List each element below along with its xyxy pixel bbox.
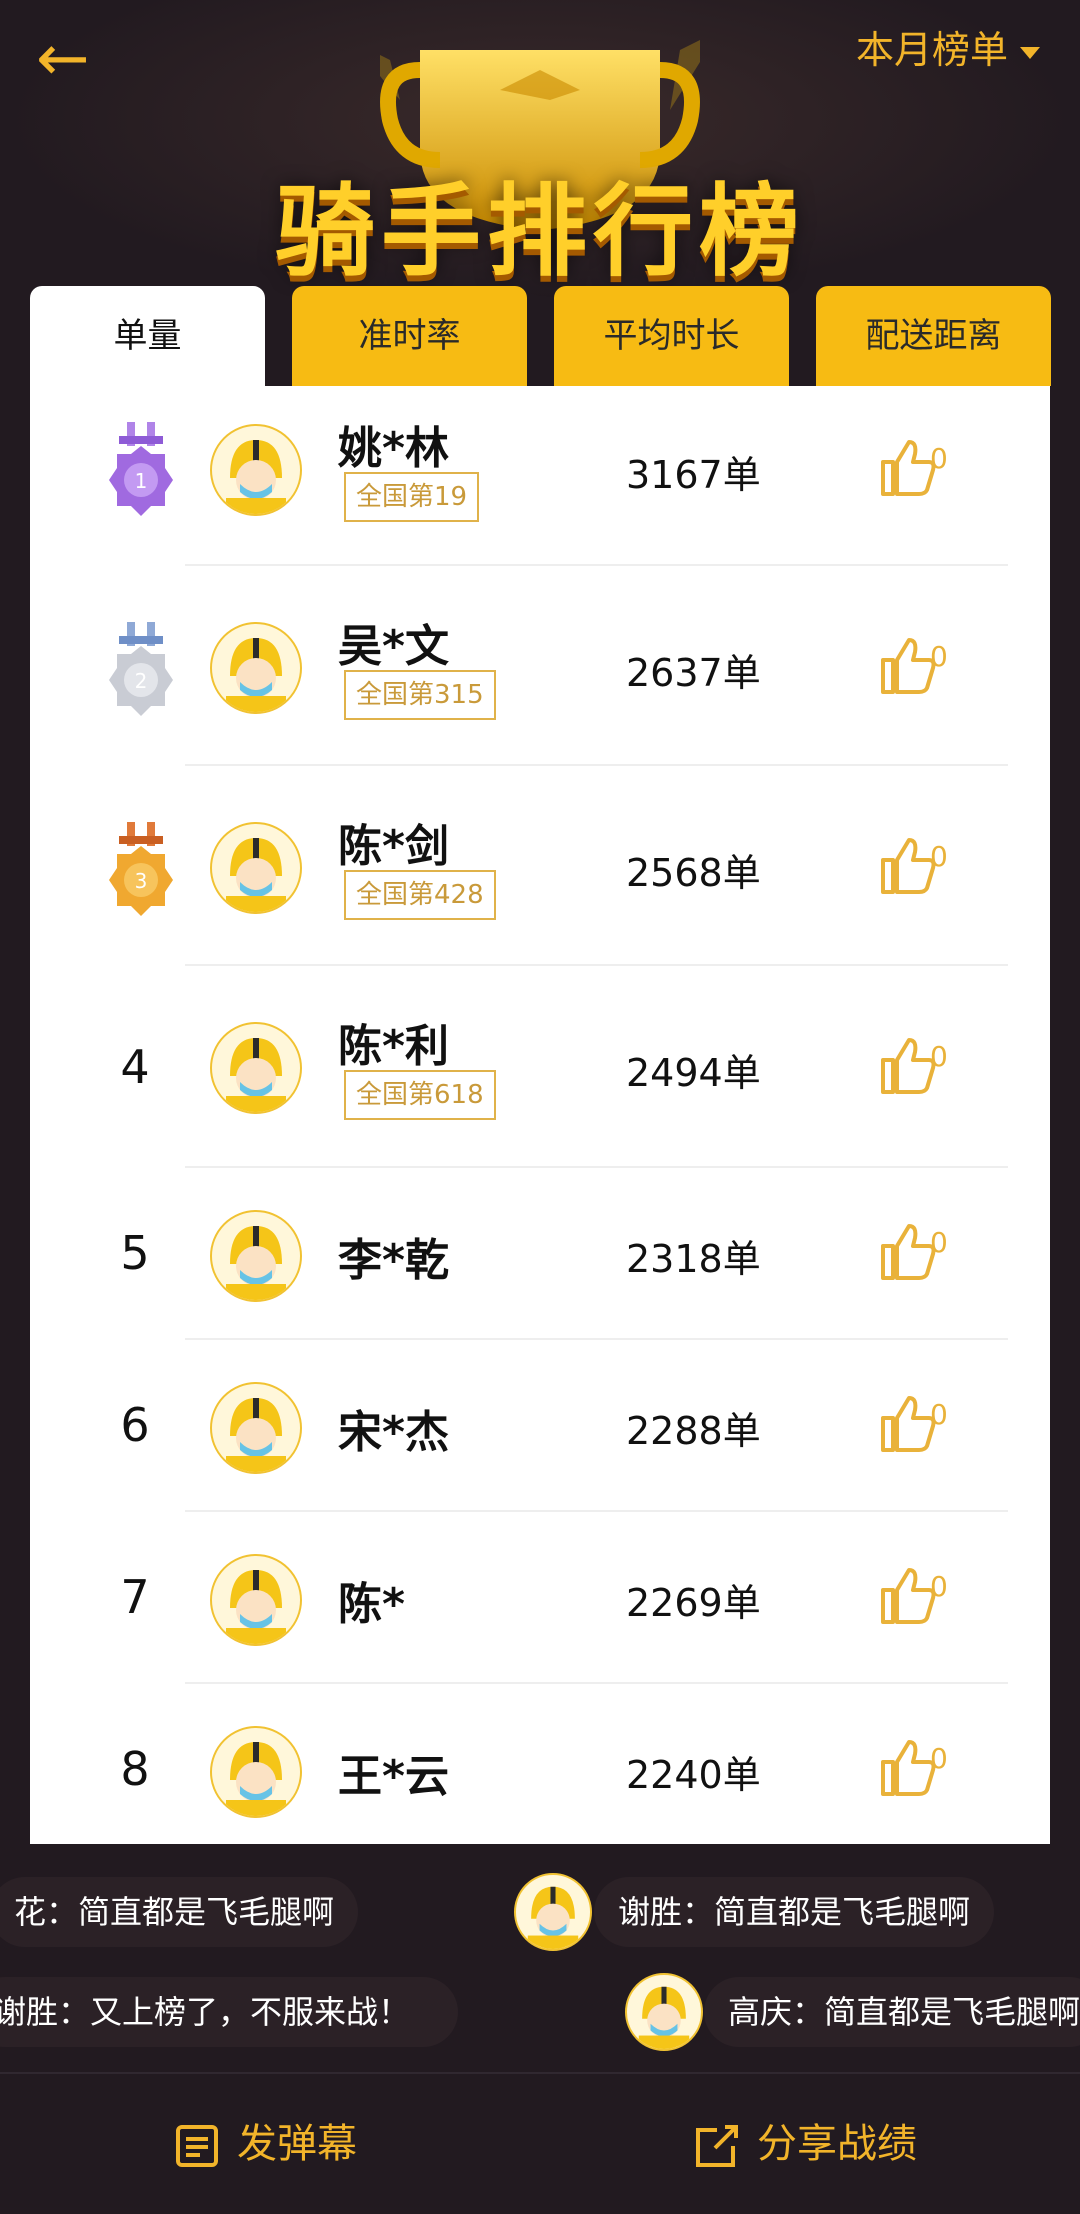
rank-number: 8 — [120, 1742, 150, 1796]
leaderboard-row[interactable]: 2 吴*文 全国第315 2637单 0 — [30, 566, 1050, 766]
order-count: 2494单 — [626, 1051, 761, 1095]
danmu-item: 花：简直都是飞毛腿啊 — [0, 1877, 358, 1947]
leaderboard-row[interactable]: 6 宋*杰 2288单 0 — [30, 1340, 1050, 1512]
bronze-medal-icon: 3 — [109, 822, 173, 916]
bottom-action-bar: 发弹幕 分享战绩 — [0, 2072, 1080, 2214]
period-label: 本月榜单 — [855, 28, 1008, 72]
order-count: 3167单 — [626, 453, 761, 497]
avatar — [514, 1873, 592, 1951]
share-label: 分享战绩 — [757, 2121, 917, 2167]
tab-orders[interactable]: 单量 — [30, 286, 265, 386]
rank-number: 5 — [120, 1226, 150, 1280]
rider-name: 吴*文 — [338, 621, 450, 672]
leaderboard-row[interactable]: 4 陈*利 全国第618 2494单 0 — [30, 966, 1050, 1168]
leaderboard-list: 1 姚*林 全国第19 3167单 0 2 吴*文 全国第315 2637单 0… — [30, 386, 1050, 1844]
rank-number: 7 — [120, 1570, 150, 1624]
like-count: 0 — [930, 840, 948, 873]
national-rank-badge: 全国第19 — [344, 472, 480, 522]
rider-name: 陈* — [338, 1579, 406, 1630]
danmu-item: 高庆：简直都是飞毛腿啊 — [704, 1977, 1080, 2047]
rider-name: 李*乾 — [338, 1235, 450, 1286]
rank-number: 6 — [120, 1398, 150, 1452]
avatar — [210, 822, 302, 914]
leaderboard-row[interactable]: 1 姚*林 全国第19 3167单 0 — [30, 386, 1050, 566]
tab-average-duration[interactable]: 平均时长 — [554, 286, 789, 386]
danmu-item: 谢胜：简直都是飞毛腿啊 — [594, 1877, 995, 1947]
national-rank-badge: 全国第315 — [344, 670, 496, 720]
danmu-item: 谢胜：又上榜了，不服来战！ — [0, 1977, 458, 2047]
order-count: 2637单 — [626, 651, 761, 695]
caret-down-icon — [1020, 46, 1040, 59]
rider-name: 陈*利 — [338, 1021, 450, 1072]
gold-purple-medal-icon: 1 — [109, 422, 173, 516]
danmu-icon — [176, 2125, 218, 2167]
svg-text:2: 2 — [135, 669, 148, 693]
send-danmu-label: 发弹幕 — [237, 2121, 357, 2167]
svg-text:1: 1 — [135, 469, 148, 493]
avatar — [210, 1210, 302, 1302]
order-count: 2288单 — [626, 1409, 761, 1453]
rider-name: 姚*林 — [338, 423, 450, 474]
rider-name: 王*云 — [338, 1751, 450, 1802]
order-count: 2568单 — [626, 851, 761, 895]
like-count: 0 — [930, 1226, 948, 1259]
rider-name: 宋*杰 — [338, 1407, 450, 1458]
page-title: 骑手排行榜 — [275, 173, 805, 290]
national-rank-badge: 全国第618 — [344, 1070, 496, 1120]
tab-delivery-distance[interactable]: 配送距离 — [816, 286, 1051, 386]
like-count: 0 — [930, 1398, 948, 1431]
share-icon — [696, 2125, 738, 2167]
share-button[interactable]: 分享战绩 — [695, 2074, 917, 2214]
silver-medal-icon: 2 — [109, 622, 173, 716]
header: ← 本月榜单 骑手排行榜 — [0, 0, 1080, 300]
like-count: 0 — [930, 442, 948, 475]
rider-name: 陈*剑 — [338, 821, 450, 872]
avatar — [210, 424, 302, 516]
avatar — [210, 1022, 302, 1114]
like-count: 0 — [930, 1570, 948, 1603]
tab-ontime-rate[interactable]: 准时率 — [292, 286, 527, 386]
leaderboard-row[interactable]: 5 李*乾 2318单 0 — [30, 1168, 1050, 1340]
send-danmu-button[interactable]: 发弹幕 — [175, 2074, 357, 2214]
back-arrow-icon[interactable]: ← — [36, 14, 126, 104]
avatar — [625, 1973, 703, 2051]
period-dropdown[interactable]: 本月榜单 — [856, 20, 1040, 80]
national-rank-badge: 全国第428 — [344, 870, 496, 920]
tab-bar: 单量 准时率 平均时长 配送距离 — [30, 286, 1051, 386]
avatar — [210, 1554, 302, 1646]
like-count: 0 — [930, 640, 948, 673]
like-count: 0 — [930, 1040, 948, 1073]
avatar — [210, 1726, 302, 1818]
leaderboard-row[interactable]: 3 陈*剑 全国第428 2568单 0 — [30, 766, 1050, 966]
order-count: 2240单 — [626, 1753, 761, 1797]
leaderboard-row[interactable]: 8 王*云 2240单 0 — [30, 1684, 1050, 1844]
avatar — [210, 622, 302, 714]
order-count: 2269单 — [626, 1581, 761, 1625]
order-count: 2318单 — [626, 1237, 761, 1281]
like-count: 0 — [930, 1742, 948, 1775]
rank-number: 4 — [120, 1040, 150, 1094]
avatar — [210, 1382, 302, 1474]
leaderboard-row[interactable]: 7 陈* 2269单 0 — [30, 1512, 1050, 1684]
svg-text:3: 3 — [135, 869, 148, 893]
